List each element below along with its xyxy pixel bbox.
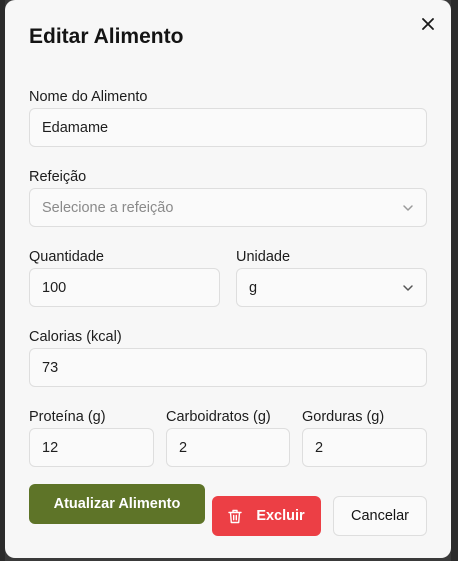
close-icon [422,18,434,30]
unit-select-value: g [249,279,258,296]
fat-input[interactable] [302,428,427,467]
protein-label: Proteína (g) [29,409,106,425]
quantity-input[interactable] [29,268,220,307]
meal-select-placeholder: Selecione a refeição [42,199,174,216]
calories-label: Calorias (kcal) [29,329,122,345]
food-name-label: Nome do Alimento [29,89,148,105]
delete-button[interactable]: Excluir [212,496,321,536]
quantity-label: Quantidade [29,249,104,265]
calories-input[interactable] [29,348,427,387]
unit-select[interactable]: g [236,268,427,307]
modal-title: Editar Alimento [29,25,184,48]
unit-label: Unidade [236,249,291,265]
meal-select[interactable]: Selecione a refeição [29,188,427,227]
meal-label: Refeição [29,169,87,185]
backdrop-right-edge [451,0,458,561]
food-name-input[interactable] [29,108,427,147]
update-food-button[interactable]: Atualizar Alimento [29,484,205,524]
carbs-input[interactable] [166,428,290,467]
carbs-label: Carboidratos (g) [166,409,271,425]
edit-food-modal: Editar Alimento Nome do Alimento Refeiçã… [5,0,451,558]
delete-button-label: Excluir [256,508,305,524]
close-button[interactable] [418,14,438,34]
trash-icon [228,509,243,523]
chevron-down-icon [403,204,413,211]
protein-input[interactable] [29,428,154,467]
cancel-button[interactable]: Cancelar [333,496,427,536]
fat-label: Gorduras (g) [302,409,385,425]
chevron-down-icon [403,284,413,291]
